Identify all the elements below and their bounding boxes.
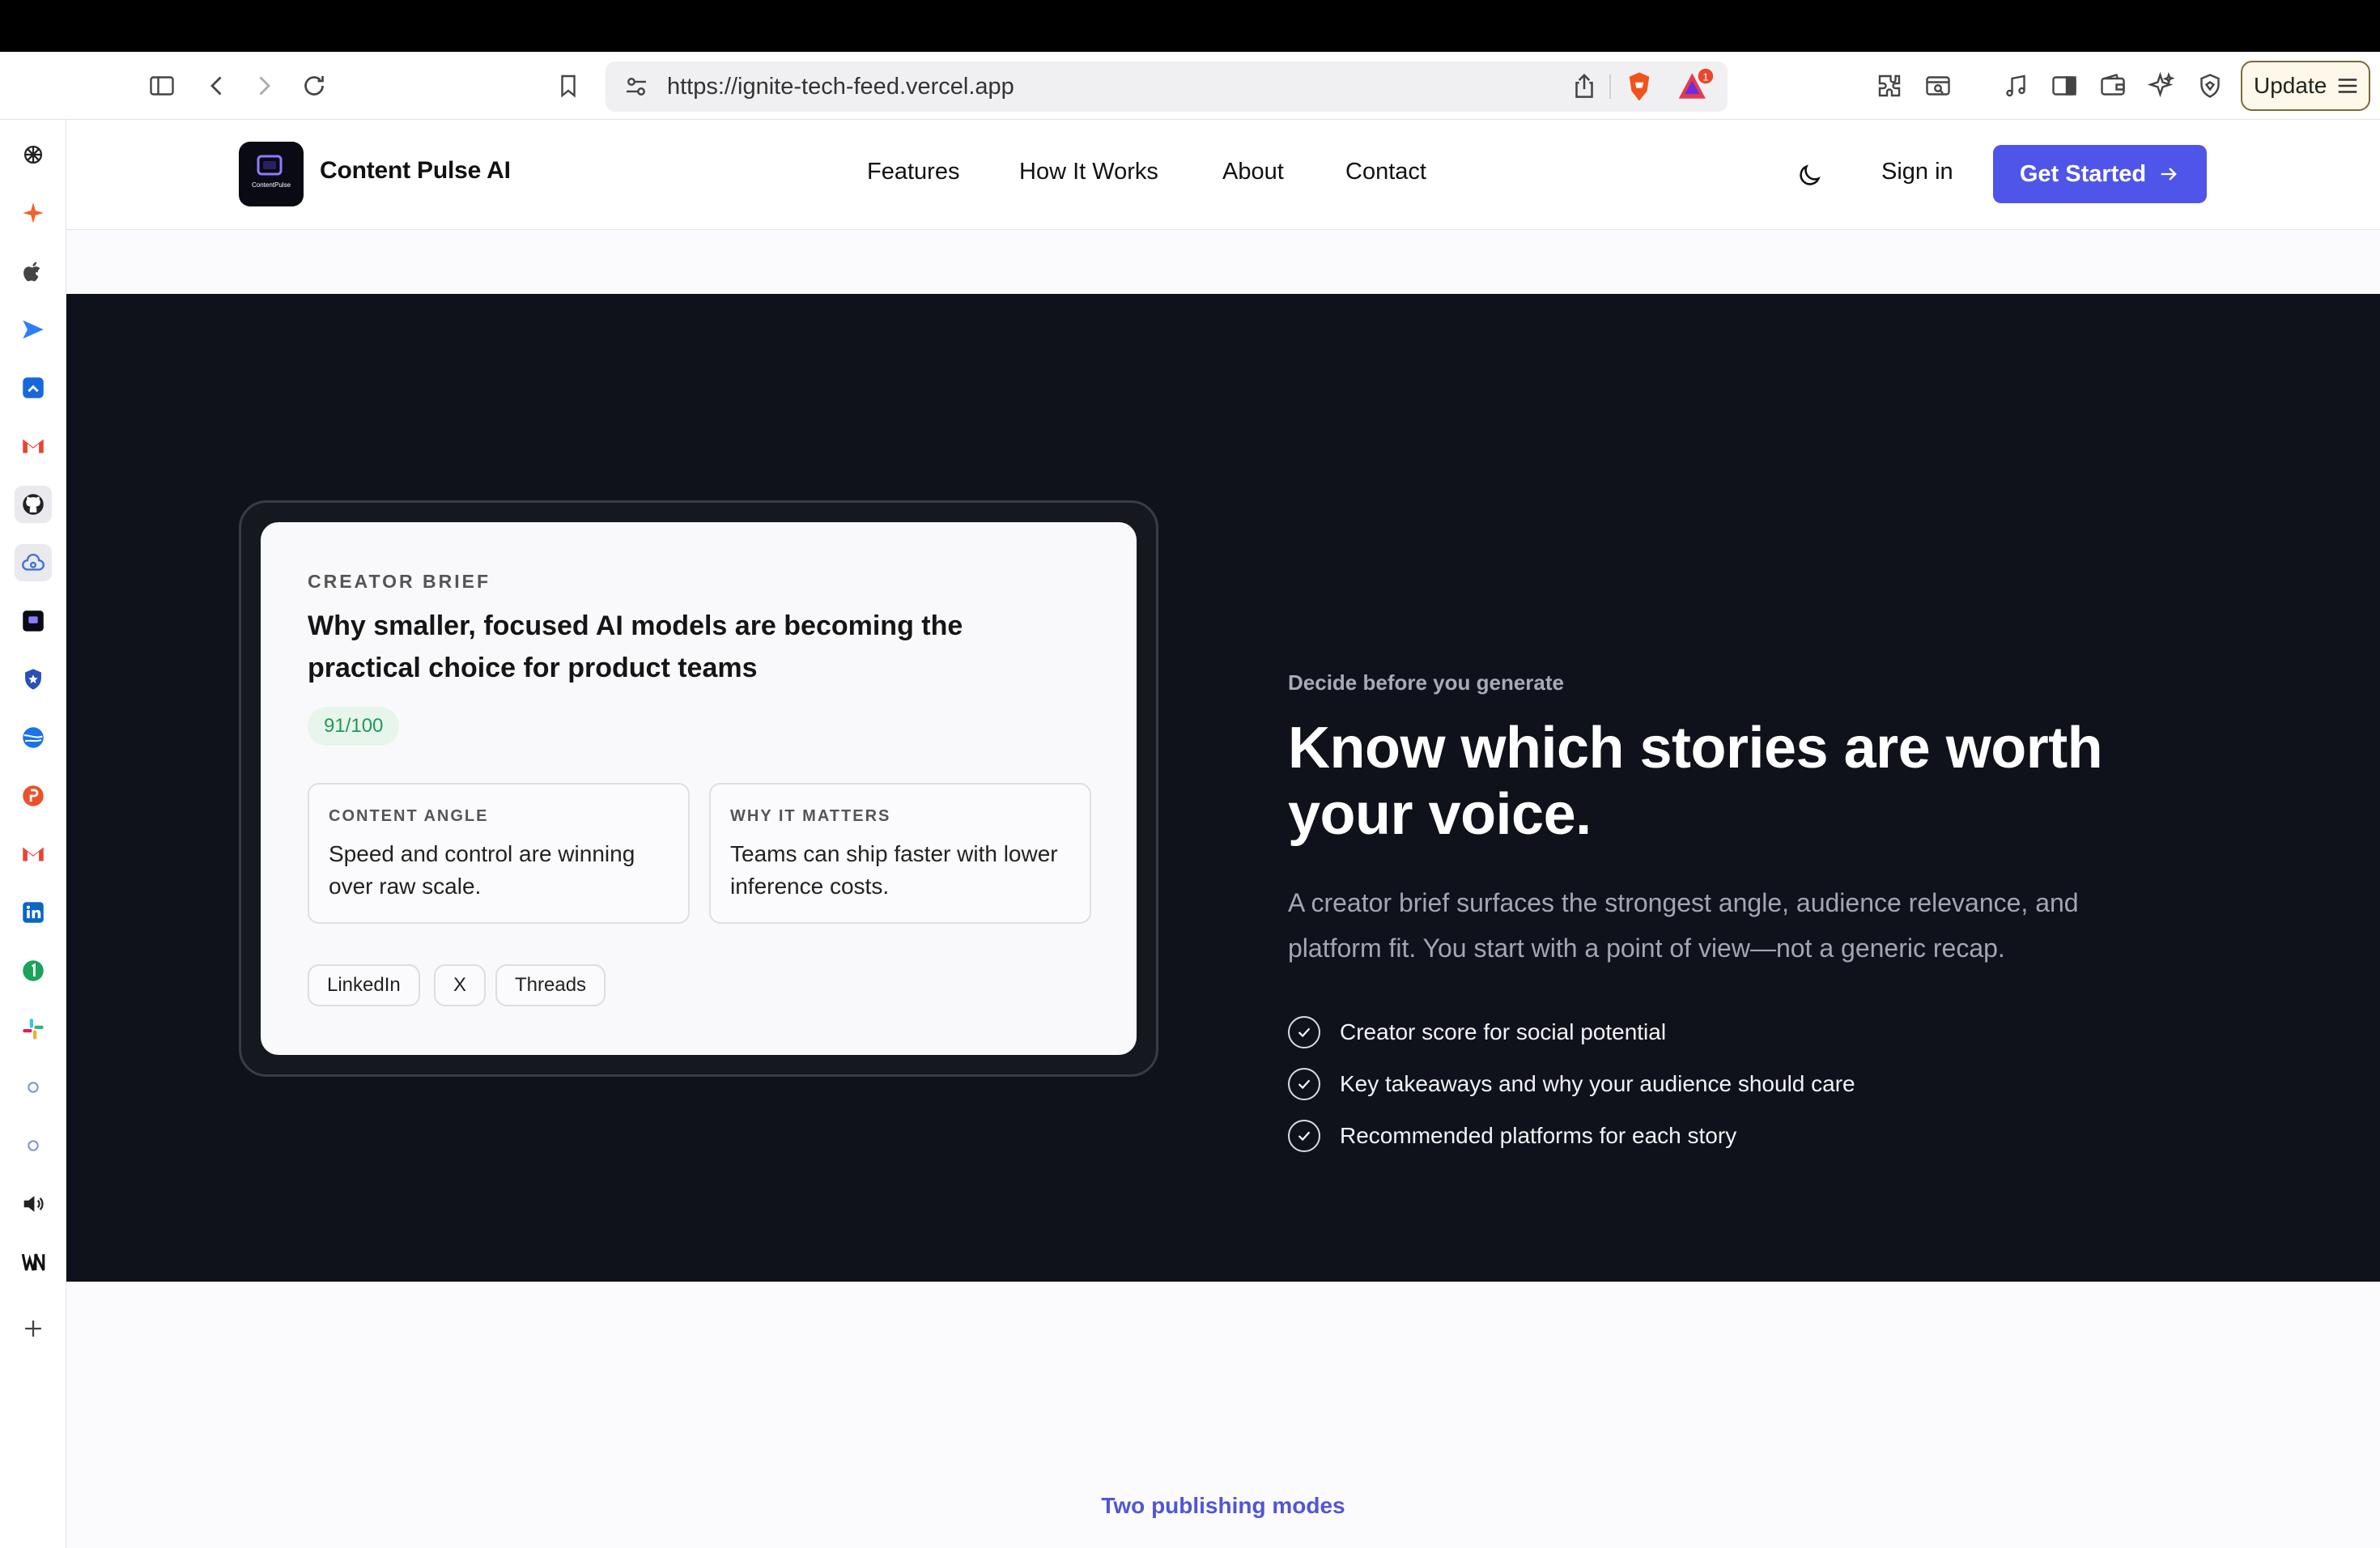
back-icon[interactable] (201, 70, 233, 102)
content-angle-text: Speed and control are winning over raw s… (329, 841, 635, 899)
check-item: Recommended platforms for each story (1288, 1120, 1736, 1152)
nav-link-about[interactable]: About (1222, 159, 1284, 185)
platform-chip-x: X (434, 964, 487, 1006)
get-started-button[interactable]: Get Started (1993, 145, 2207, 203)
vpn-shield-icon[interactable] (2194, 70, 2226, 102)
add-panel-icon[interactable] (15, 1310, 52, 1347)
nav-link-contact[interactable]: Contact (1345, 159, 1426, 185)
apple-icon[interactable] (15, 253, 52, 290)
get-started-label: Get Started (2019, 160, 2147, 187)
globe-app-icon[interactable] (15, 719, 52, 756)
forward-icon[interactable] (248, 70, 280, 102)
check-item-text: Recommended platforms for each story (1340, 1123, 1737, 1148)
update-label: Update (2254, 73, 2327, 98)
one-app-icon[interactable] (15, 952, 52, 989)
jira-icon[interactable] (15, 369, 52, 406)
small-app-2-icon[interactable] (15, 1127, 52, 1164)
cloud-drive-icon[interactable] (15, 544, 52, 581)
wn-app-icon[interactable] (15, 1244, 52, 1281)
check-circle-icon (1288, 1016, 1320, 1048)
address-divider (1609, 74, 1611, 99)
send-app-icon[interactable] (15, 311, 52, 348)
content-pulse-icon[interactable] (15, 602, 52, 640)
site-header: ContentPulse Content Pulse AI Features H… (66, 120, 2380, 230)
check-item: Creator score for social potential (1288, 1016, 1666, 1048)
why-it-matters-box: WHY IT MATTERS Teams can ship faster wit… (709, 783, 1091, 924)
leo-ai-icon[interactable] (2145, 70, 2178, 102)
rewards-badge: 1 (1702, 71, 1708, 83)
brand-logo[interactable]: ContentPulse (239, 142, 304, 206)
hero-lede: A creator brief surfaces the strongest a… (1288, 888, 2079, 963)
small-app-icon[interactable] (15, 1069, 52, 1106)
url-text[interactable]: https://ignite-tech-feed.vercel.app (667, 62, 1014, 112)
nav-link-features[interactable]: Features (867, 159, 959, 185)
why-it-matters-text: Teams can ship faster with lower inferen… (730, 841, 1058, 899)
platform-chip-linkedin: LinkedIn (308, 964, 420, 1006)
arrow-right-icon (2161, 168, 2177, 181)
github-icon[interactable] (15, 486, 52, 523)
creator-brief-card: CREATOR BRIEF Why smaller, focused AI mo… (261, 522, 1137, 1055)
logo-wordmark: ContentPulse (252, 181, 291, 189)
card-headline: Why smaller, focused AI models are becom… (308, 610, 963, 683)
update-button[interactable]: Update (2241, 61, 2370, 111)
speaker-icon[interactable] (15, 1185, 52, 1223)
product-hunt-icon[interactable] (15, 777, 52, 814)
extensions-icon[interactable] (1873, 70, 1906, 102)
reload-icon[interactable] (298, 70, 330, 102)
bookmark-icon[interactable] (552, 70, 584, 102)
slack-icon[interactable] (15, 1010, 52, 1048)
header-spacer (66, 230, 2380, 294)
why-it-matters-label: WHY IT MATTERS (730, 807, 891, 825)
bitwarden-shield-icon[interactable] (15, 661, 52, 698)
gmail-icon[interactable] (15, 427, 52, 465)
check-item: Key takeaways and why your audience shou… (1288, 1068, 1855, 1100)
site-settings-icon[interactable] (622, 72, 651, 101)
creator-score-badge: 91/100 (308, 707, 400, 746)
web-page: ContentPulse Content Pulse AI Features H… (66, 120, 2380, 1548)
wallet-icon[interactable] (2097, 70, 2129, 102)
card-eyebrow: CREATOR BRIEF (308, 571, 491, 592)
content-angle-box: CONTENT ANGLE Speed and control are winn… (308, 783, 690, 924)
content-angle-label: CONTENT ANGLE (329, 807, 489, 825)
check-item-text: Creator score for social potential (1340, 1019, 1667, 1044)
brave-rewards-icon[interactable]: 1 (1676, 68, 1715, 105)
browser-toolbar: https://ignite-tech-feed.vercel.app 1 Up… (0, 52, 2380, 120)
check-circle-icon (1288, 1068, 1320, 1100)
reader-mode-icon[interactable] (1922, 70, 1954, 102)
claude-icon[interactable] (15, 194, 52, 232)
hamburger-menu-icon (2338, 79, 2357, 93)
sign-in-link[interactable]: Sign in (1881, 159, 1953, 185)
brand-name[interactable]: Content Pulse AI (320, 157, 511, 185)
brief-card-frame: CREATOR BRIEF Why smaller, focused AI mo… (239, 500, 1158, 1077)
hero-kicker: Decide before you generate (1288, 670, 1564, 695)
brave-shields-icon[interactable] (1622, 70, 1656, 104)
browser-sidebar (0, 120, 66, 1548)
check-circle-icon (1288, 1120, 1320, 1152)
chatgpt-icon[interactable] (15, 136, 52, 173)
share-icon[interactable] (1569, 71, 1600, 102)
sidebar-toggle-icon[interactable] (146, 70, 178, 102)
linkedin-icon[interactable] (15, 894, 52, 931)
nav-link-how-it-works[interactable]: How It Works (1019, 159, 1158, 185)
address-bar[interactable]: https://ignite-tech-feed.vercel.app 1 (606, 62, 1728, 112)
platform-chip-threads: Threads (495, 964, 606, 1006)
hero-title: Know which stories are worth your voice. (1288, 716, 2103, 847)
publishing-modes-kicker: Two publishing modes (1101, 1493, 1345, 1518)
gmail-2-icon[interactable] (15, 836, 52, 873)
check-item-text: Key takeaways and why your audience shou… (1340, 1071, 1855, 1096)
system-top-bar (0, 0, 2380, 52)
creator-brief-section: CREATOR BRIEF Why smaller, focused AI mo… (66, 294, 2380, 1282)
media-icon[interactable] (2000, 70, 2032, 102)
sidebar-panel-icon[interactable] (2048, 70, 2080, 102)
dark-mode-toggle-icon[interactable] (1796, 162, 1823, 189)
